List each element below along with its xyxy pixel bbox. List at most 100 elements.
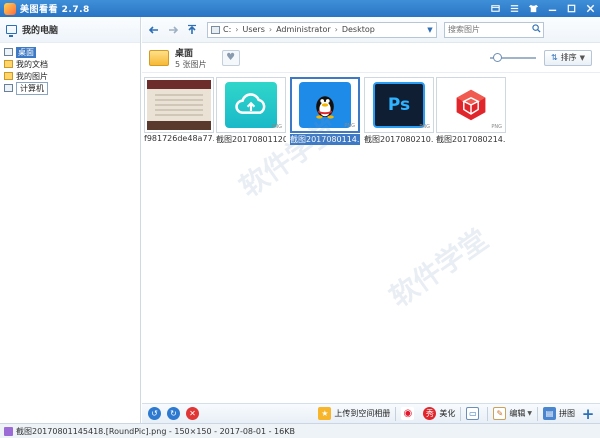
thumbnail-item-selected[interactable]: PNG 截图2017080114... — [290, 77, 360, 145]
sort-icon: ⇅ — [550, 53, 558, 62]
meitu-icon: 秀 — [423, 407, 437, 420]
rotate-left-button[interactable]: ↺ — [148, 407, 161, 420]
thumbnail-caption: f981726de48a77... — [144, 134, 214, 143]
sidebar-header: 我的电脑 — [0, 17, 140, 43]
chevron-down-icon[interactable]: ▼ — [424, 23, 436, 37]
up-button[interactable] — [185, 23, 199, 37]
file-type-tag: PNG — [419, 124, 430, 130]
delete-icon: ✕ — [189, 409, 196, 418]
thumbnail-item[interactable]: f981726de48a77... — [144, 77, 214, 145]
breadcrumb-drive[interactable]: C: — [223, 25, 231, 34]
thumbnail-item[interactable]: Ps PNG 截图2017080210... — [364, 77, 434, 145]
file-type-tag: PNG — [344, 123, 355, 129]
plus-icon: + — [581, 404, 595, 423]
thumbnail-frame[interactable] — [144, 77, 214, 133]
divider — [395, 406, 397, 421]
divider — [460, 406, 462, 421]
star-icon: ★ — [318, 407, 332, 420]
edit-button[interactable]: ✎ 编辑 ▼ — [490, 406, 535, 422]
sort-label: 排序 — [560, 53, 577, 62]
sidebar-item-label: 计算机 — [16, 81, 48, 95]
computer-icon — [4, 84, 13, 92]
photo-thumbnail — [147, 80, 211, 130]
upload-album-button[interactable]: ★ 上传到空间相册 — [315, 406, 393, 422]
photoshop-icon: Ps — [373, 82, 425, 128]
favorite-button[interactable]: ♥ — [221, 49, 240, 66]
search-icon[interactable] — [532, 23, 541, 36]
app-title: 美图看看 2.7.8 — [20, 5, 90, 15]
desktop-icon — [4, 48, 13, 56]
bottom-toolbar: ↺ ↻ ✕ ★ 上传到空间相册 ◉ 秀 美化 ▭ ✎ 编辑 ▼ ▤ 拼图 + — [142, 403, 600, 423]
add-button[interactable]: + — [580, 404, 596, 423]
breadcrumb-separator: › — [268, 25, 273, 34]
breadcrumb-separator: › — [235, 25, 239, 34]
file-type-tag: PNG — [491, 124, 502, 130]
thumbnail-item[interactable]: PNG 截图20170801120... — [216, 77, 286, 145]
slideshow-button[interactable]: ▭ — [463, 406, 485, 422]
main-panel: C: › Users › Administrator › Desktop ▼ 桌… — [142, 17, 600, 423]
edit-label: 编辑 — [509, 409, 526, 418]
folder-info-bar: 桌面 5 张图片 ♥ ⇅ 排序 ▼ — [142, 43, 600, 73]
skin-icon[interactable] — [486, 0, 505, 17]
zoom-track[interactable] — [490, 52, 536, 62]
breadcrumb-users[interactable]: Users — [242, 25, 264, 34]
computer-icon — [6, 25, 17, 37]
stitch-label: 拼图 — [559, 409, 575, 418]
stitch-button[interactable]: ▤ 拼图 — [540, 406, 578, 422]
sidebar-item-computer[interactable]: 计算机 — [4, 81, 140, 95]
weibo-share-button[interactable]: ◉ — [398, 406, 420, 422]
sidebar-item-pictures[interactable]: 我的图片 — [4, 70, 140, 82]
folder-icon — [4, 60, 13, 68]
shirt-icon[interactable] — [524, 0, 543, 17]
sidebar-title: 我的电脑 — [22, 26, 59, 36]
qq-penguin-icon — [299, 82, 351, 128]
status-text: 截图20170801145418.[RoundPic].png - 150×15… — [16, 426, 295, 436]
heart-icon: ♥ — [226, 52, 236, 63]
zoom-slider[interactable] — [490, 52, 536, 62]
breadcrumb-separator: › — [334, 25, 338, 34]
cloud-app-icon — [225, 82, 277, 128]
chevron-down-icon[interactable]: ▼ — [527, 410, 532, 417]
edit-icon: ✎ — [493, 407, 507, 420]
rotate-right-button[interactable]: ↻ — [167, 407, 180, 420]
arrow-right-icon — [169, 25, 179, 34]
folder-name: 桌面 — [175, 48, 194, 59]
search-input[interactable] — [448, 25, 532, 34]
maximize-icon[interactable] — [562, 0, 581, 17]
address-bar[interactable]: C: › Users › Administrator › Desktop ▼ — [207, 21, 437, 38]
sort-button[interactable]: ⇅ 排序 ▼ — [544, 49, 592, 66]
back-button[interactable] — [147, 23, 161, 37]
thumbnail-grid: f981726de48a77... PNG 截图20170801120... P… — [144, 77, 598, 397]
minimize-icon[interactable] — [543, 0, 562, 17]
stitch-icon: ▤ — [543, 407, 556, 420]
zoom-handle[interactable] — [492, 52, 502, 62]
breadcrumb-administrator[interactable]: Administrator — [276, 25, 331, 34]
menu-icon[interactable] — [505, 0, 524, 17]
thumbnail-frame[interactable]: PNG — [216, 77, 286, 133]
arrow-left-icon — [148, 25, 158, 34]
image-count: 5 张图片 — [175, 59, 207, 69]
folder-tree: 桌面 我的文档 我的图片 计算机 — [0, 43, 140, 95]
breadcrumb-desktop[interactable]: Desktop — [342, 25, 375, 34]
delete-button[interactable]: ✕ — [186, 407, 199, 420]
upload-album-label: 上传到空间相册 — [334, 409, 391, 418]
thumbnail-frame[interactable]: PNG — [436, 77, 506, 133]
toolbar: C: › Users › Administrator › Desktop ▼ — [142, 17, 600, 43]
rotate-left-icon: ↺ — [151, 409, 158, 418]
photoshop-logo-text: Ps — [387, 95, 411, 115]
beautify-button[interactable]: 秀 美化 — [420, 406, 458, 422]
thumbnail-caption: 截图20170801120... — [216, 135, 286, 144]
sidebar-item-desktop[interactable]: 桌面 — [4, 46, 140, 58]
folder-icon — [4, 72, 13, 80]
divider — [487, 406, 489, 421]
forward-button[interactable] — [166, 23, 180, 37]
thumbnail-frame[interactable]: Ps PNG — [364, 77, 434, 133]
thumbnail-caption: 截图2017080214... — [436, 135, 506, 144]
close-icon[interactable] — [581, 0, 600, 17]
thumbnail-item[interactable]: PNG 截图2017080214... — [436, 77, 506, 145]
sidebar-item-documents[interactable]: 我的文档 — [4, 58, 140, 70]
title-bar: 美图看看 2.7.8 — [0, 0, 600, 17]
thumbnail-frame[interactable]: PNG — [290, 77, 360, 133]
folder-icon — [149, 49, 169, 66]
folder-info: 桌面 5 张图片 — [175, 46, 207, 70]
